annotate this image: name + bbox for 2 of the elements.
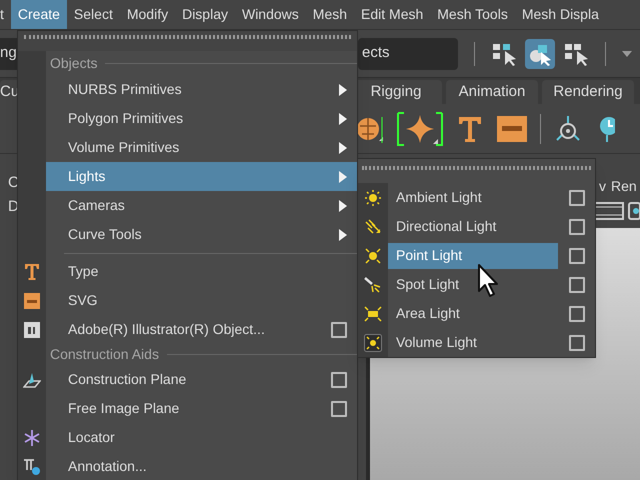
section-header: Construction Aids — [50, 345, 159, 364]
section-header: Objects — [50, 54, 98, 73]
